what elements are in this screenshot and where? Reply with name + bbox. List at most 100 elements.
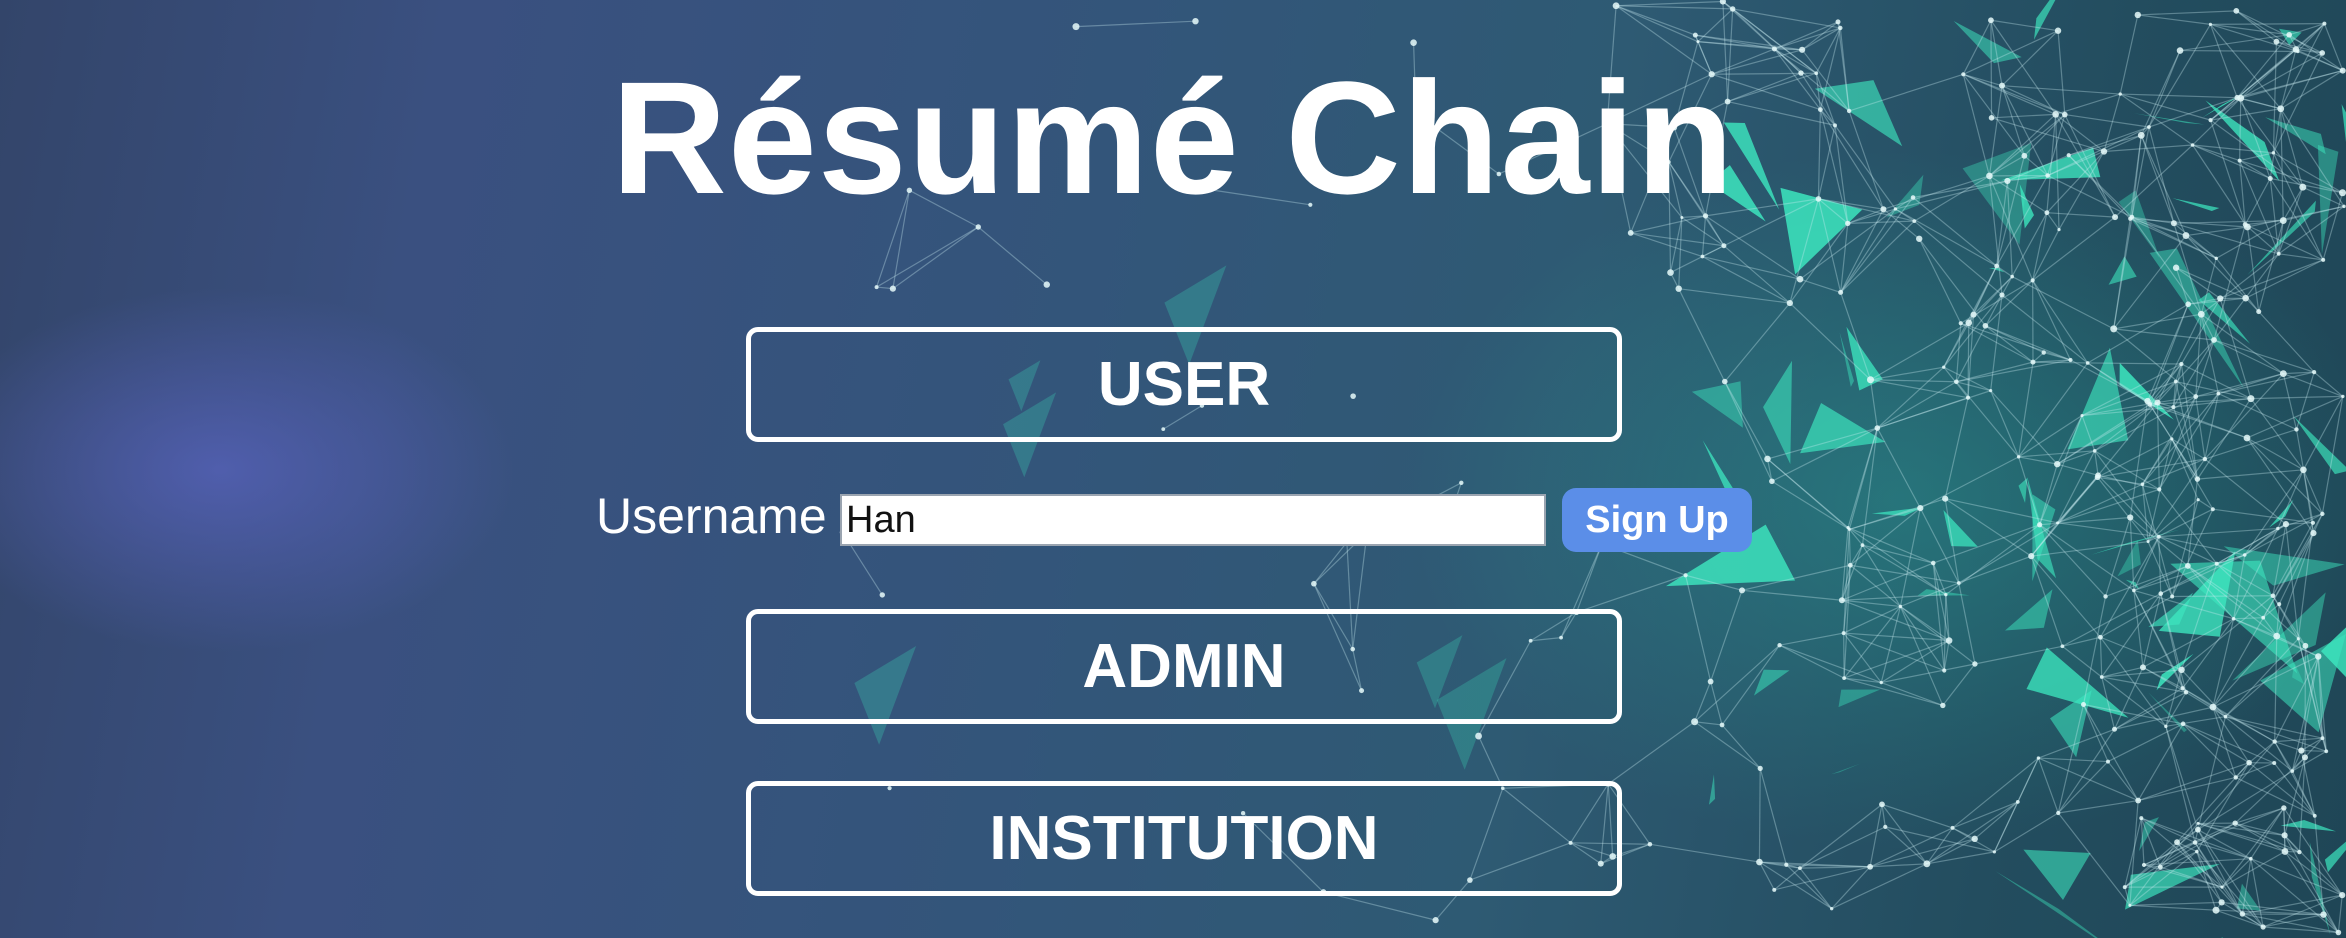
network-node: [2158, 591, 2164, 596]
network-line: [2082, 704, 2139, 801]
network-line: [2087, 303, 2189, 364]
network-node: [2273, 632, 2281, 640]
network-node: [2341, 394, 2345, 399]
admin-role-button[interactable]: ADMIN: [746, 609, 1622, 724]
username-input[interactable]: [840, 494, 1546, 546]
network-line: [2129, 904, 2217, 911]
network-line: [1685, 575, 1712, 682]
network-node: [1945, 637, 1953, 644]
network-node: [2103, 594, 2108, 599]
network-node: [2172, 264, 2180, 271]
network-line: [1801, 21, 1839, 51]
institution-role-button[interactable]: INSTITUTION: [746, 781, 1622, 896]
network-node: [1982, 322, 1989, 329]
network-line: [1799, 866, 1871, 869]
network-node: [1999, 292, 2005, 298]
network-node: [1784, 862, 1789, 867]
network-line: [1724, 302, 1791, 382]
network-node: [2218, 899, 2225, 906]
network-line: [1918, 238, 1962, 324]
network-line: [2263, 914, 2324, 928]
network-line: [1840, 220, 1915, 293]
network-node: [2281, 848, 2289, 855]
network-line: [2185, 226, 2248, 237]
network-node: [1756, 858, 1763, 866]
network-node: [1956, 581, 1961, 585]
network-line: [2292, 750, 2327, 772]
network-node: [1867, 863, 1873, 870]
network-line: [1869, 379, 1878, 429]
network-line: [2165, 726, 2199, 830]
network-node: [1950, 825, 1955, 830]
network-node: [2286, 31, 2292, 38]
network-line: [2221, 850, 2286, 888]
network-node: [2081, 702, 2087, 708]
network-line: [2250, 807, 2285, 860]
network-node: [1994, 263, 2000, 269]
network-node: [2261, 615, 2266, 620]
network-node: [2139, 816, 2144, 821]
network-line: [1779, 644, 1845, 679]
network-node: [2157, 864, 2163, 870]
network-triangle: [1708, 774, 1716, 805]
network-node: [2057, 227, 2061, 232]
network-line: [1759, 861, 1832, 910]
network-node: [2233, 7, 2240, 14]
network-line: [1877, 390, 1991, 429]
network-line: [1785, 864, 1833, 910]
network-line: [1721, 644, 1781, 726]
network-triangle: [2023, 849, 2091, 901]
network-node: [2290, 769, 2295, 773]
network-line: [1759, 768, 1787, 865]
network-node: [2212, 906, 2220, 914]
network-node: [2322, 21, 2327, 26]
network-line: [1955, 323, 1962, 382]
network-line: [2038, 757, 2109, 763]
user-role-button[interactable]: USER: [746, 327, 1622, 442]
network-node: [2139, 664, 2146, 671]
network-line: [2246, 437, 2304, 471]
network-line: [1694, 681, 1712, 722]
network-node: [2182, 232, 2190, 239]
network-node: [1683, 573, 1688, 578]
network-node: [1965, 395, 1971, 400]
network-node: [1965, 319, 1973, 327]
network-line: [1694, 721, 1761, 769]
network-node: [2208, 22, 2213, 27]
network-node: [2193, 394, 2199, 399]
network-node: [2312, 370, 2317, 375]
network-node: [2194, 476, 2201, 482]
network-node: [2281, 805, 2287, 811]
network-node: [2192, 840, 2198, 845]
network-triangle: [2033, 0, 2056, 40]
network-node: [1972, 661, 1978, 667]
network-node: [2085, 361, 2090, 365]
network-line: [1710, 590, 1743, 682]
network-line: [2032, 229, 2060, 281]
network-node: [1707, 678, 1714, 685]
sign-up-button[interactable]: Sign Up: [1562, 488, 1752, 552]
network-line: [1849, 564, 1901, 607]
network-node: [2144, 397, 2151, 405]
network-line: [1799, 826, 1886, 869]
network-node: [2010, 274, 2014, 279]
network-line: [1615, 5, 1699, 43]
network-line: [2043, 351, 2071, 361]
network-node: [1739, 587, 1746, 594]
network-node: [2339, 892, 2346, 899]
network-line: [1799, 867, 1833, 910]
network-node: [1667, 269, 1674, 276]
network-line: [1323, 891, 1436, 921]
network-line: [1942, 663, 1976, 706]
network-node: [2173, 379, 2178, 384]
network-node: [1971, 835, 1978, 843]
network-line: [2129, 901, 2222, 906]
network-triangle: [1838, 689, 1881, 708]
network-line: [2197, 770, 2293, 831]
network-node: [2196, 821, 2200, 825]
network-node: [1883, 824, 1888, 829]
network-node: [1841, 631, 1846, 636]
network-node: [1692, 32, 1698, 38]
network-node: [2246, 759, 2252, 766]
network-node: [1874, 425, 1881, 431]
